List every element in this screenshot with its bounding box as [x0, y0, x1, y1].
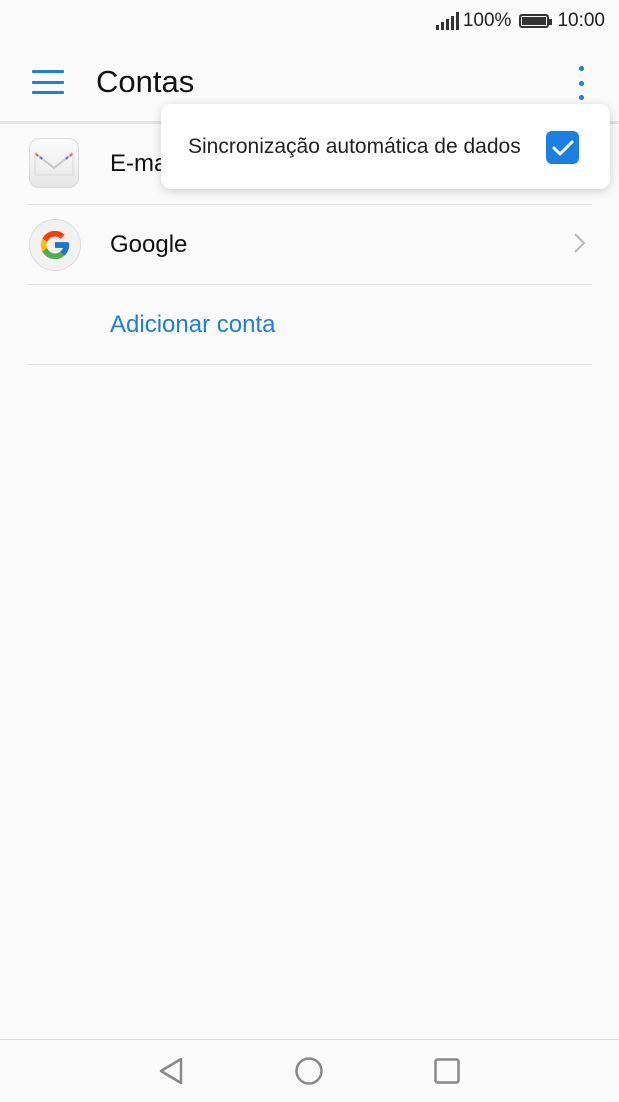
divider	[28, 364, 592, 365]
auto-sync-checkbox[interactable]	[546, 131, 579, 164]
add-account-button[interactable]: Adicionar conta	[110, 311, 275, 339]
back-icon[interactable]	[157, 1056, 185, 1091]
battery-icon	[519, 14, 553, 28]
home-icon[interactable]	[294, 1056, 324, 1091]
chevron-right-icon	[573, 230, 587, 261]
hamburger-menu-icon[interactable]	[32, 70, 64, 94]
divider	[28, 284, 592, 285]
recents-icon[interactable]	[433, 1056, 461, 1091]
page-title: Contas	[96, 64, 195, 99]
google-icon	[29, 219, 81, 271]
status-bar: 100% 10:00	[0, 0, 619, 42]
auto-sync-label[interactable]: Sincronização automática de dados	[188, 135, 521, 159]
checkmark-icon	[552, 140, 573, 155]
account-item-google[interactable]: Google	[0, 205, 619, 285]
account-item-label: E-ma	[110, 150, 168, 177]
account-item-label: Google	[110, 231, 188, 258]
clock: 10:00	[557, 10, 605, 31]
mail-icon	[29, 138, 81, 190]
accounts-screen: 100% 10:00 Contas E-ma Google Adicionar …	[0, 0, 619, 1102]
more-vert-icon[interactable]	[577, 66, 585, 100]
navigation-bar	[0, 1039, 619, 1102]
battery-percent: 100%	[462, 10, 512, 31]
signal-icon	[435, 12, 459, 30]
overflow-menu: Sincronização automática de dados	[161, 104, 610, 189]
